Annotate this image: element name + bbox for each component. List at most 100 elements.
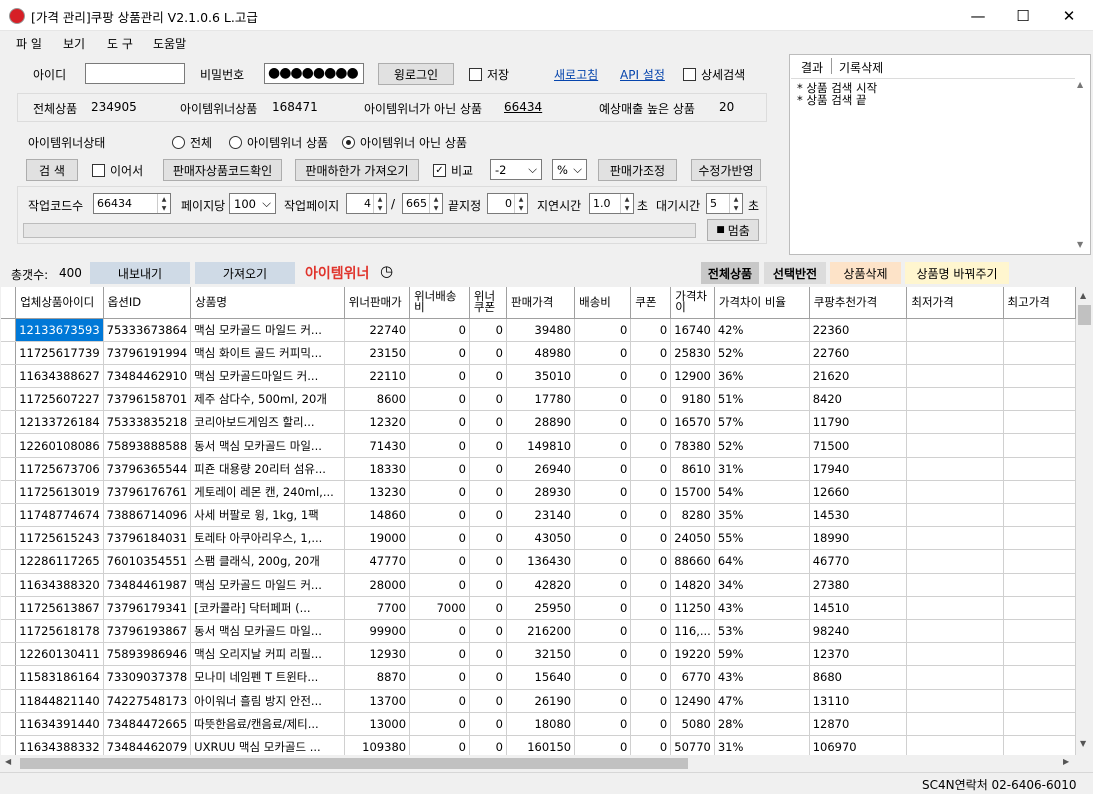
table-cell[interactable]: 0	[630, 619, 672, 644]
row-header[interactable]	[1, 433, 17, 458]
wait-spinner[interactable]: 5 ▲ ▼	[706, 193, 743, 214]
minimize-button[interactable]: —	[955, 0, 1001, 31]
export-button[interactable]: 내보내기	[90, 262, 190, 284]
table-cell[interactable]: 피죤 대용량 20리터 섬유...	[190, 457, 345, 481]
table-cell[interactable]: 28890	[506, 410, 576, 435]
table-cell[interactable]: 16740	[670, 318, 715, 342]
menu-file[interactable]: 파 일	[16, 35, 42, 52]
table-row[interactable]: 11725613867 73796179341 [코카콜라] 닥터페퍼 (... 77…	[1, 596, 1076, 620]
table-cell[interactable]	[906, 735, 1004, 755]
table-cell[interactable]: 8610	[670, 457, 715, 481]
table-cell[interactable]: 11725618178	[15, 619, 104, 644]
table-cell[interactable]: 26190	[506, 689, 576, 713]
table-cell[interactable]: 0	[630, 549, 672, 574]
table-cell[interactable]	[906, 665, 1004, 690]
table-cell[interactable]: 11634388332	[15, 735, 104, 755]
table-cell[interactable]: 31%	[714, 457, 810, 481]
search-button[interactable]: 검 색	[26, 159, 78, 181]
nonwinner-products-value[interactable]: 66434	[504, 100, 542, 114]
table-cell[interactable]: 0	[409, 712, 470, 736]
table-row[interactable]: 11634388627 73484462910 맥심 모카골드마일드 커... 221…	[1, 364, 1076, 389]
table-cell[interactable]	[906, 410, 1004, 435]
table-cell[interactable]: 0	[409, 689, 470, 713]
import-button[interactable]: 가져오기	[195, 262, 295, 284]
table-cell[interactable]: 0	[574, 341, 632, 365]
table-cell[interactable]: 42%	[714, 318, 810, 342]
table-row[interactable]: 12133673593 75333673864 맥심 모카골드 마일드 커... 22…	[1, 318, 1076, 342]
table-cell[interactable]: 제주 삼다수, 500ml, 20개	[190, 387, 345, 412]
table-cell[interactable]: 0	[409, 364, 470, 389]
save-check-box[interactable]	[469, 68, 482, 81]
scroll-down-icon[interactable]: ▼	[1080, 739, 1086, 748]
compare-value-select[interactable]: -2 ⌵	[490, 159, 542, 180]
total-pages-spinner[interactable]: 665 ▲ ▼	[402, 193, 443, 214]
table-cell[interactable]: 27380	[809, 573, 908, 597]
table-row[interactable]: 11725673706 73796365544 피죤 대용량 20리터 섬유... 1…	[1, 457, 1076, 481]
table-cell[interactable]: 73796191994	[103, 341, 192, 365]
table-cell[interactable]: 0	[630, 387, 672, 412]
table-cell[interactable]: 109380	[344, 735, 411, 755]
table-cell[interactable]: 12900	[670, 364, 715, 389]
table-cell[interactable]: 0	[469, 433, 508, 458]
table-cell[interactable]: 11725613867	[15, 596, 104, 620]
table-cell[interactable]	[1003, 549, 1076, 574]
column-header[interactable]: 옵션ID	[103, 287, 192, 319]
table-cell[interactable]: 64%	[714, 549, 810, 574]
table-cell[interactable]	[1003, 364, 1076, 389]
table-row[interactable]: 11634388320 73484461987 맥심 모카골드 마일드 커... 28…	[1, 573, 1076, 597]
table-cell[interactable]	[1003, 433, 1076, 458]
detail-search-checkbox[interactable]: 상세검색	[683, 66, 745, 83]
column-header[interactable]: 위너판매가	[344, 287, 411, 319]
table-cell[interactable]: 73796179341	[103, 596, 192, 620]
row-header[interactable]	[1, 642, 17, 667]
scroll-down-icon[interactable]: ▼	[1077, 240, 1083, 249]
seller-code-check-button[interactable]: 판매자상품코드확인	[163, 159, 282, 181]
table-cell[interactable]: 0	[409, 318, 470, 342]
table-cell[interactable]: 0	[409, 526, 470, 551]
table-cell[interactable]: 11250	[670, 596, 715, 620]
table-cell[interactable]: 0	[574, 689, 632, 713]
table-cell[interactable]: 8600	[344, 387, 411, 412]
radio-winner[interactable]: 아이템위너 상품	[229, 134, 328, 151]
table-cell[interactable]: 11725615243	[15, 526, 104, 551]
table-cell[interactable]: 0	[630, 364, 672, 389]
table-cell[interactable]: 11725613019	[15, 480, 104, 505]
table-cell[interactable]	[1003, 526, 1076, 551]
column-header[interactable]: 상품명	[190, 287, 345, 319]
table-cell[interactable]: 따뜻한음료/캔음료/제티...	[190, 712, 345, 736]
table-cell[interactable]	[1003, 573, 1076, 597]
table-cell[interactable]: 12133726184	[15, 410, 104, 435]
table-row[interactable]: 11725617739 73796191994 맥심 화이트 골드 커피믹... 23…	[1, 341, 1076, 365]
table-cell[interactable]	[1003, 480, 1076, 505]
table-cell[interactable]: UXRUU 맥심 모카골드 ...	[190, 735, 345, 755]
table-cell[interactable]: 149810	[506, 433, 576, 458]
table-cell[interactable]: 34%	[714, 573, 810, 597]
table-cell[interactable]: 맥심 오리지날 커피 리필...	[190, 642, 345, 667]
table-cell[interactable]: 0	[630, 341, 672, 365]
table-cell[interactable]: 7000	[409, 596, 470, 620]
table-cell[interactable]: 12320	[344, 410, 411, 435]
select-all-button[interactable]: 전체상품	[701, 262, 759, 284]
table-cell[interactable]: 22360	[809, 318, 908, 342]
table-cell[interactable]: 23140	[506, 503, 576, 528]
table-cell[interactable]: 0	[574, 318, 632, 342]
table-cell[interactable]: 0	[630, 712, 672, 736]
continue-checkbox[interactable]: 이어서	[92, 162, 143, 179]
column-header[interactable]: 배송비	[574, 287, 632, 319]
table-cell[interactable]	[1003, 712, 1076, 736]
row-header[interactable]	[1, 689, 17, 713]
table-cell[interactable]: 48980	[506, 341, 576, 365]
table-cell[interactable]: 0	[630, 526, 672, 551]
table-cell[interactable]: 0	[574, 549, 632, 574]
table-cell[interactable]: 맥심 모카골드 마일드 커...	[190, 573, 345, 597]
table-cell[interactable]: 73309037378	[103, 665, 192, 690]
table-cell[interactable]: 0	[469, 410, 508, 435]
table-cell[interactable]: 0	[409, 457, 470, 481]
table-cell[interactable]: 23150	[344, 341, 411, 365]
table-cell[interactable]: 8680	[809, 665, 908, 690]
row-header[interactable]	[1, 549, 17, 574]
table-cell[interactable]	[1003, 457, 1076, 481]
scroll-left-icon[interactable]: ◀	[5, 757, 11, 766]
table-cell[interactable]: 0	[409, 387, 470, 412]
table-cell[interactable]: 토레타 아쿠아리우스, 1,...	[190, 526, 345, 551]
